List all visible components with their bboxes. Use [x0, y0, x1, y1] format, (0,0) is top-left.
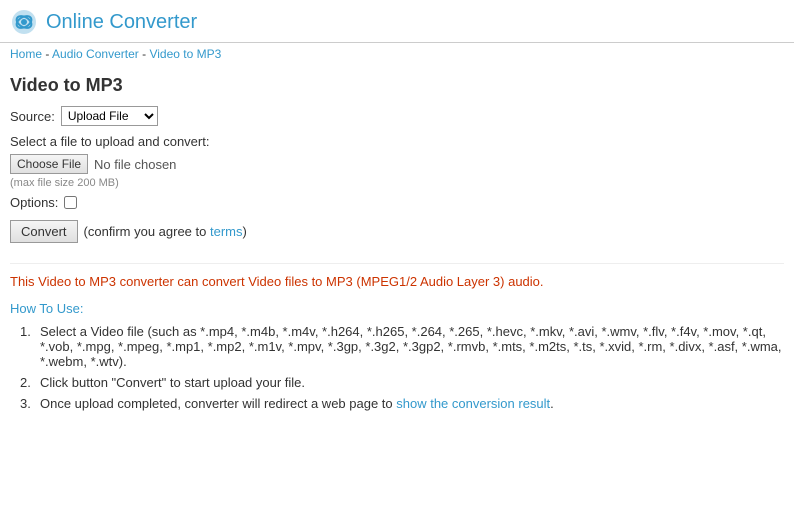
max-file-size: (max file size 200 MB): [10, 177, 784, 189]
convert-row: Convert (confirm you agree to terms): [10, 220, 784, 243]
source-label: Source:: [10, 109, 55, 124]
site-title: Online Converter: [46, 11, 197, 34]
select-file-label: Select a file to upload and convert:: [10, 134, 784, 149]
site-header: Online Converter: [0, 0, 794, 43]
file-row: Choose File No file chosen: [10, 154, 784, 174]
confirm-close: ): [242, 224, 246, 239]
source-select[interactable]: Upload File URL Google Drive Dropbox: [61, 106, 158, 126]
source-row: Source: Upload File URL Google Drive Dro…: [10, 106, 784, 126]
step-1-num: 1.: [20, 324, 40, 339]
step-2-text: Click button "Convert" to start upload y…: [40, 375, 784, 390]
choose-file-button[interactable]: Choose File: [10, 154, 88, 174]
confirm-prefix: (confirm you agree to: [84, 224, 210, 239]
options-row: Options:: [10, 195, 784, 210]
page-title: Video to MP3: [10, 75, 784, 96]
how-to-label: How To Use:: [10, 301, 784, 316]
no-file-text: No file chosen: [94, 157, 176, 172]
terms-link[interactable]: terms: [210, 224, 243, 239]
convert-button[interactable]: Convert: [10, 220, 78, 243]
breadcrumb-audio-converter[interactable]: Audio Converter: [52, 47, 139, 61]
confirm-text: (confirm you agree to terms): [84, 224, 247, 239]
options-label: Options:: [10, 195, 58, 210]
breadcrumb-video-to-mp3[interactable]: Video to MP3: [149, 47, 221, 61]
main-content: Video to MP3 Source: Upload File URL Goo…: [0, 65, 794, 427]
step-3-text: Once upload completed, converter will re…: [40, 396, 784, 411]
site-logo-icon: [10, 8, 38, 36]
breadcrumb-home[interactable]: Home: [10, 47, 42, 61]
step-1-text: Select a Video file (such as *.mp4, *.m4…: [40, 324, 784, 369]
options-checkbox[interactable]: [64, 196, 77, 209]
step-2-num: 2.: [20, 375, 40, 390]
step-3-num: 3.: [20, 396, 40, 411]
description-section: This Video to MP3 converter can convert …: [10, 263, 784, 411]
step-3: 3. Once upload completed, converter will…: [20, 396, 784, 411]
breadcrumb: Home - Audio Converter - Video to MP3: [0, 43, 794, 65]
description-text: This Video to MP3 converter can convert …: [10, 274, 784, 289]
step-2: 2. Click button "Convert" to start uploa…: [20, 375, 784, 390]
steps-list: 1. Select a Video file (such as *.mp4, *…: [10, 324, 784, 411]
step-1: 1. Select a Video file (such as *.mp4, *…: [20, 324, 784, 369]
